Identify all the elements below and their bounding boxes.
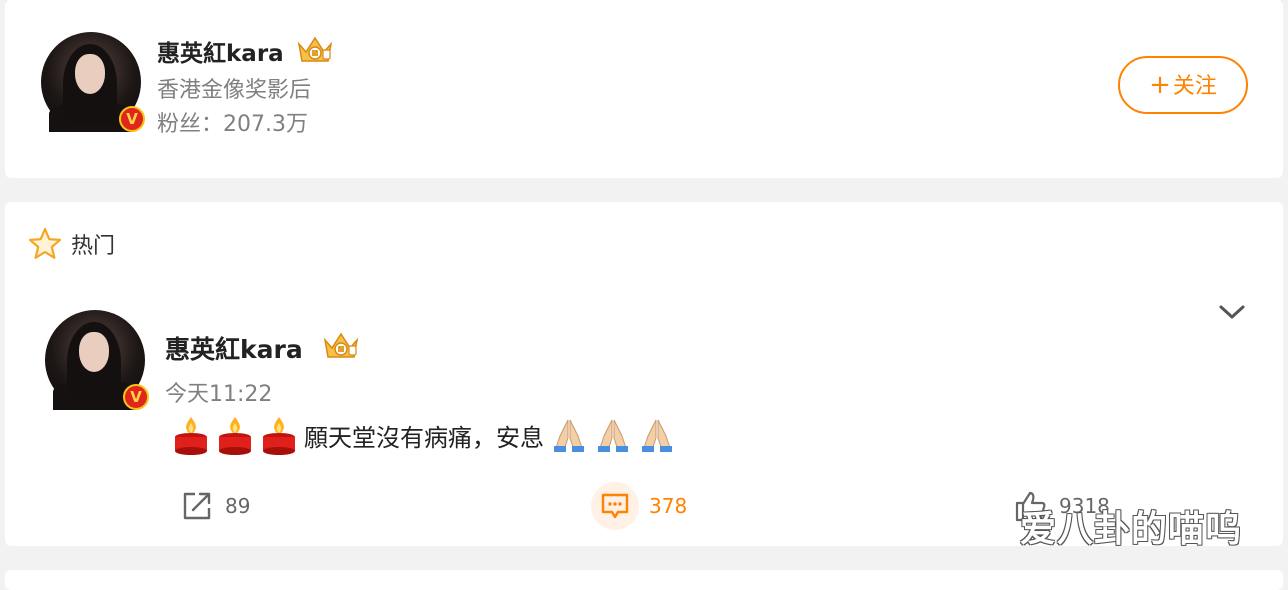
- profile-title: 香港金像奖影后: [157, 78, 312, 103]
- comment-button[interactable]: 378: [591, 482, 687, 530]
- candle-icon: [219, 417, 251, 455]
- follow-button[interactable]: +关注: [1118, 56, 1248, 114]
- watermark-text: 爱八卦的喵呜: [1020, 509, 1243, 550]
- folded-hands-icon: [598, 419, 628, 452]
- post-author-name[interactable]: 惠英紅kara: [165, 330, 303, 366]
- post-time[interactable]: 今天11:22: [165, 376, 272, 408]
- share-icon: [183, 492, 211, 520]
- comment-count: 378: [649, 494, 688, 518]
- star-icon: [28, 227, 62, 259]
- crown-vip-icon: [323, 332, 359, 358]
- chevron-down-icon[interactable]: [1217, 302, 1247, 322]
- next-card: [5, 570, 1283, 590]
- profile-name[interactable]: 惠英紅kara: [157, 34, 284, 68]
- comment-icon: [591, 482, 639, 530]
- crown-vip-icon: [297, 36, 333, 62]
- repost-button[interactable]: 89: [179, 488, 250, 524]
- candle-icon: [175, 417, 207, 455]
- folded-hands-icon: [642, 419, 672, 452]
- post-card: 热门 V 惠英紅kara 今天11:22 願天堂沒有病痛，安息 89 378 9…: [5, 202, 1283, 546]
- follow-label: 关注: [1172, 74, 1217, 99]
- repost-count: 89: [225, 494, 251, 518]
- folded-hands-icon: [554, 419, 584, 452]
- hot-section-label: 热门: [71, 234, 116, 259]
- follower-count: 粉丝：207.3万: [157, 112, 308, 137]
- post-content: 願天堂沒有病痛，安息: [172, 415, 676, 455]
- verified-badge-icon: V: [123, 384, 149, 410]
- post-author-avatar[interactable]: V: [45, 310, 149, 410]
- candle-icon: [263, 417, 295, 455]
- verified-badge-icon: V: [119, 106, 145, 132]
- avatar[interactable]: V: [41, 32, 145, 132]
- profile-card: V 惠英紅kara 香港金像奖影后 粉丝：207.3万 +关注: [5, 0, 1283, 178]
- post-text: 願天堂沒有病痛，安息: [304, 423, 544, 452]
- plus-icon: +: [1149, 70, 1171, 100]
